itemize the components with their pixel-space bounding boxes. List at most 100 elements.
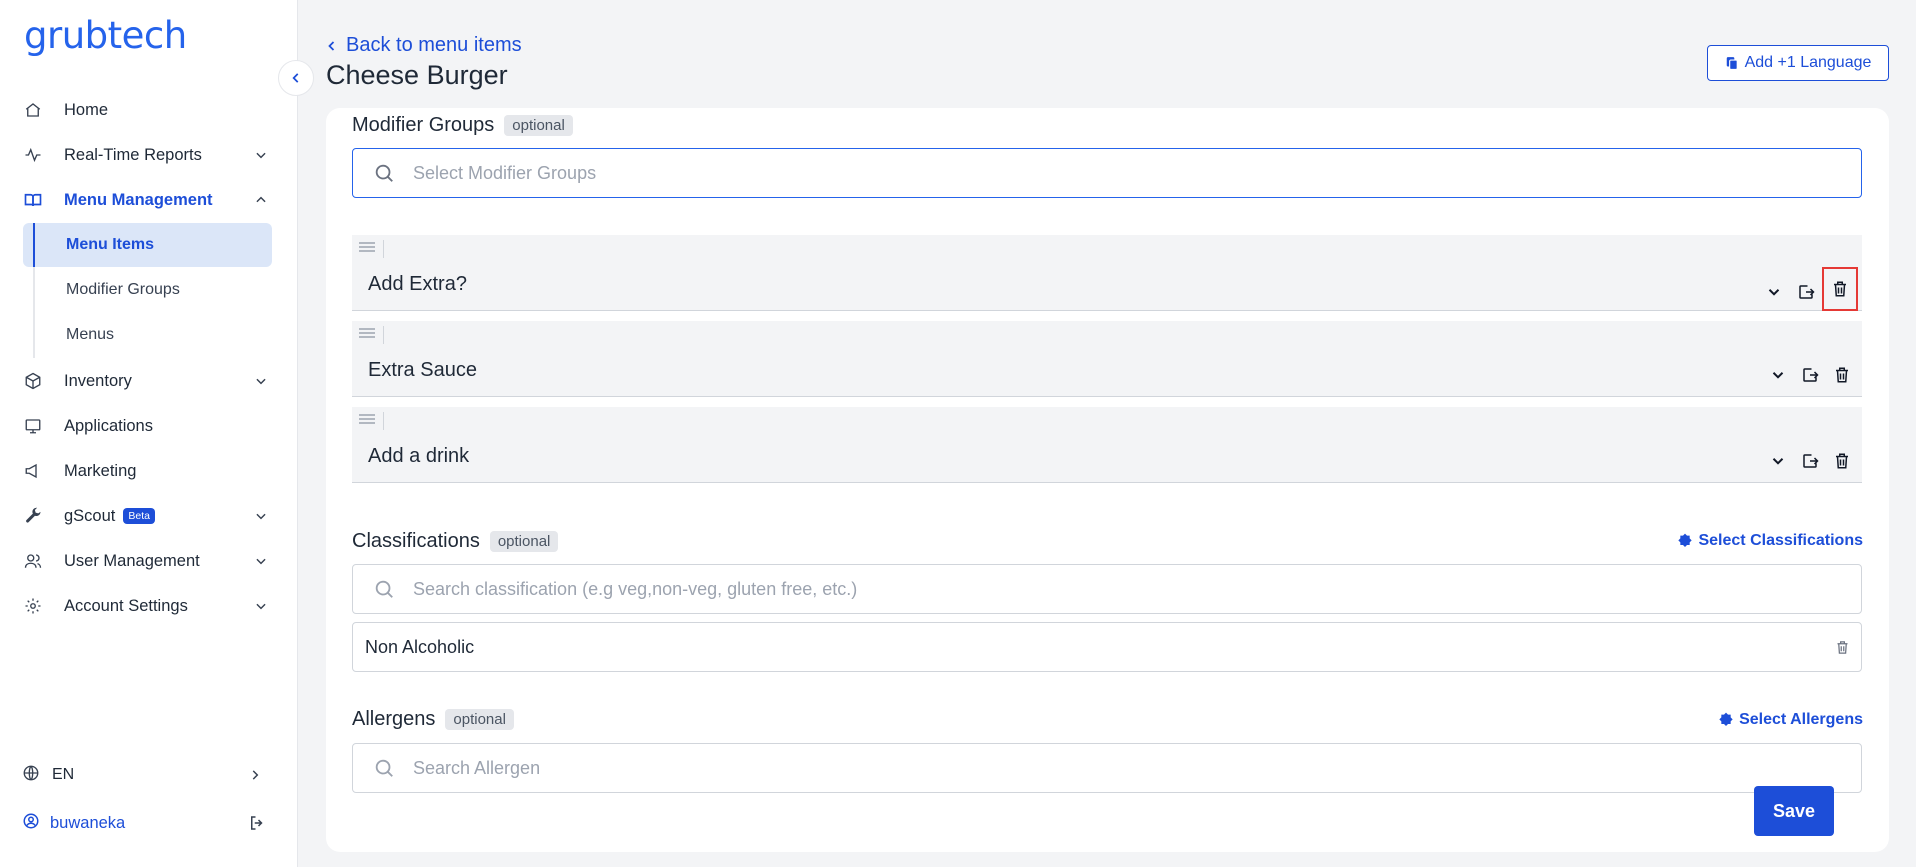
book-icon bbox=[22, 189, 44, 211]
expand-button[interactable] bbox=[1764, 361, 1792, 389]
logout-icon[interactable] bbox=[248, 814, 266, 832]
delete-button[interactable] bbox=[1828, 361, 1856, 389]
modifier-group-name: Add a drink bbox=[368, 445, 470, 467]
wrench-icon bbox=[22, 505, 44, 527]
sidebar-item-label: Inventory bbox=[64, 371, 132, 390]
sidebar-item-menu-management[interactable]: Menu Management bbox=[22, 178, 272, 222]
export-icon bbox=[1799, 285, 1815, 299]
home-icon bbox=[22, 99, 44, 121]
drag-handle-icon[interactable] bbox=[358, 240, 384, 258]
modifier-groups-heading: Modifier Groups optional bbox=[352, 114, 573, 137]
badge-check-icon bbox=[1678, 533, 1693, 547]
language-label: EN bbox=[52, 766, 75, 783]
sidebar-subitem-menu-items[interactable]: Menu Items bbox=[23, 223, 272, 267]
trash-icon bbox=[1834, 281, 1846, 297]
classification-name: Non Alcoholic bbox=[365, 636, 475, 657]
expand-button[interactable] bbox=[1760, 278, 1788, 306]
modifier-group-row[interactable]: Add Extra? bbox=[352, 235, 1862, 311]
add-language-button[interactable]: Add +1 Language bbox=[1707, 45, 1889, 81]
trash-icon bbox=[1837, 640, 1847, 654]
classification-search[interactable] bbox=[352, 564, 1862, 614]
box-icon bbox=[22, 370, 44, 392]
gear-icon bbox=[22, 595, 44, 617]
back-to-menu-items-link[interactable]: Back to menu items bbox=[326, 34, 522, 57]
modifier-group-row[interactable]: Add a drink bbox=[352, 407, 1862, 483]
sidebar-item-label: Home bbox=[64, 100, 109, 119]
search-icon bbox=[375, 164, 393, 182]
sidebar-item-account-settings[interactable]: Account Settings bbox=[22, 584, 272, 628]
drag-handle-icon[interactable] bbox=[358, 326, 384, 344]
sidebar-item-label: Applications bbox=[64, 416, 153, 435]
allergen-search-input[interactable] bbox=[413, 748, 1813, 788]
sidebar-subitem-label: Menu Items bbox=[66, 236, 155, 253]
optional-badge: optional bbox=[445, 709, 514, 730]
open-external-button[interactable] bbox=[1796, 361, 1824, 389]
sidebar-subitem-label: Modifier Groups bbox=[66, 281, 180, 298]
chevron-left-icon bbox=[328, 40, 335, 51]
save-button[interactable]: Save bbox=[1754, 786, 1834, 836]
sidebar-item-applications[interactable]: Applications bbox=[22, 404, 272, 448]
trash-icon bbox=[1836, 367, 1848, 383]
open-external-button[interactable] bbox=[1796, 447, 1824, 475]
menu-item-form-card: Modifier Groups optional Add Extra? Extr… bbox=[326, 108, 1889, 852]
allergen-search[interactable] bbox=[352, 743, 1862, 793]
modifier-groups-search[interactable] bbox=[352, 148, 1862, 198]
sidebar-item-real-time-reports[interactable]: Real-Time Reports bbox=[22, 133, 272, 177]
delete-button[interactable] bbox=[1828, 447, 1856, 475]
section-title: Classifications bbox=[352, 530, 480, 552]
copy-icon bbox=[1726, 57, 1738, 70]
export-icon bbox=[1803, 368, 1819, 382]
sidebar-item-gscout[interactable]: gScout Beta bbox=[22, 494, 272, 538]
modifier-groups-search-input[interactable] bbox=[413, 153, 1813, 193]
sidebar-subitem-label: Menus bbox=[66, 326, 115, 343]
sidebar-subitem-menus[interactable]: Menus bbox=[23, 313, 272, 357]
modifier-group-row[interactable]: Extra Sauce bbox=[352, 321, 1862, 397]
chevron-down-icon bbox=[1772, 458, 1784, 465]
chevron-down-icon bbox=[256, 558, 266, 565]
badge-check-icon bbox=[1719, 712, 1733, 726]
sidebar-item-label: Account Settings bbox=[64, 596, 188, 615]
drag-handle-icon[interactable] bbox=[358, 412, 384, 430]
search-icon bbox=[375, 580, 393, 598]
sidebar-subitem-modifier-groups[interactable]: Modifier Groups bbox=[23, 268, 272, 312]
sidebar-item-home[interactable]: Home bbox=[22, 88, 272, 132]
chevron-down-icon bbox=[1772, 372, 1784, 379]
classification-search-input[interactable] bbox=[413, 569, 1813, 609]
select-classifications-label: Select Classifications bbox=[1698, 532, 1863, 549]
sidebar-item-marketing[interactable]: Marketing bbox=[22, 449, 272, 493]
modifier-group-name: Extra Sauce bbox=[368, 359, 477, 381]
sidebar-item-inventory[interactable]: Inventory bbox=[22, 359, 272, 403]
optional-badge: optional bbox=[504, 115, 573, 136]
sidebar-item-user-management[interactable]: User Management bbox=[22, 539, 272, 583]
remove-classification-button[interactable] bbox=[1831, 636, 1853, 658]
delete-button[interactable] bbox=[1822, 267, 1858, 311]
globe-icon bbox=[22, 764, 40, 787]
beta-badge: Beta bbox=[123, 508, 155, 525]
modifier-group-name: Add Extra? bbox=[368, 273, 467, 295]
open-external-button[interactable] bbox=[1792, 278, 1820, 306]
trash-icon bbox=[1836, 453, 1848, 469]
allergens-heading: Allergens optional bbox=[352, 708, 514, 731]
classification-item: Non Alcoholic bbox=[352, 622, 1862, 672]
chevron-right-icon bbox=[252, 770, 259, 780]
expand-button[interactable] bbox=[1764, 447, 1792, 475]
language-selector[interactable]: EN bbox=[22, 760, 272, 790]
user-circle-icon bbox=[22, 812, 40, 835]
search-icon bbox=[375, 759, 393, 777]
optional-badge: optional bbox=[489, 531, 559, 552]
sidebar-collapse-button[interactable] bbox=[278, 60, 314, 96]
activity-icon bbox=[22, 144, 44, 166]
user-profile[interactable]: buwaneka bbox=[22, 808, 272, 838]
chevron-up-icon bbox=[256, 196, 266, 203]
chevron-down-icon bbox=[256, 152, 266, 159]
monitor-icon bbox=[22, 415, 44, 437]
users-icon bbox=[22, 550, 44, 572]
username: buwaneka bbox=[50, 813, 126, 832]
sidebar-item-label: gScout bbox=[64, 506, 116, 525]
chevron-down-icon bbox=[256, 603, 266, 610]
sidebar-item-label: Menu Management bbox=[64, 190, 213, 209]
select-allergens-link[interactable]: Select Allergens bbox=[1718, 711, 1863, 729]
row-actions bbox=[1760, 361, 1856, 389]
grubtech-logo[interactable]: grubtech bbox=[24, 14, 187, 57]
select-classifications-link[interactable]: Select Classifications bbox=[1677, 532, 1863, 550]
